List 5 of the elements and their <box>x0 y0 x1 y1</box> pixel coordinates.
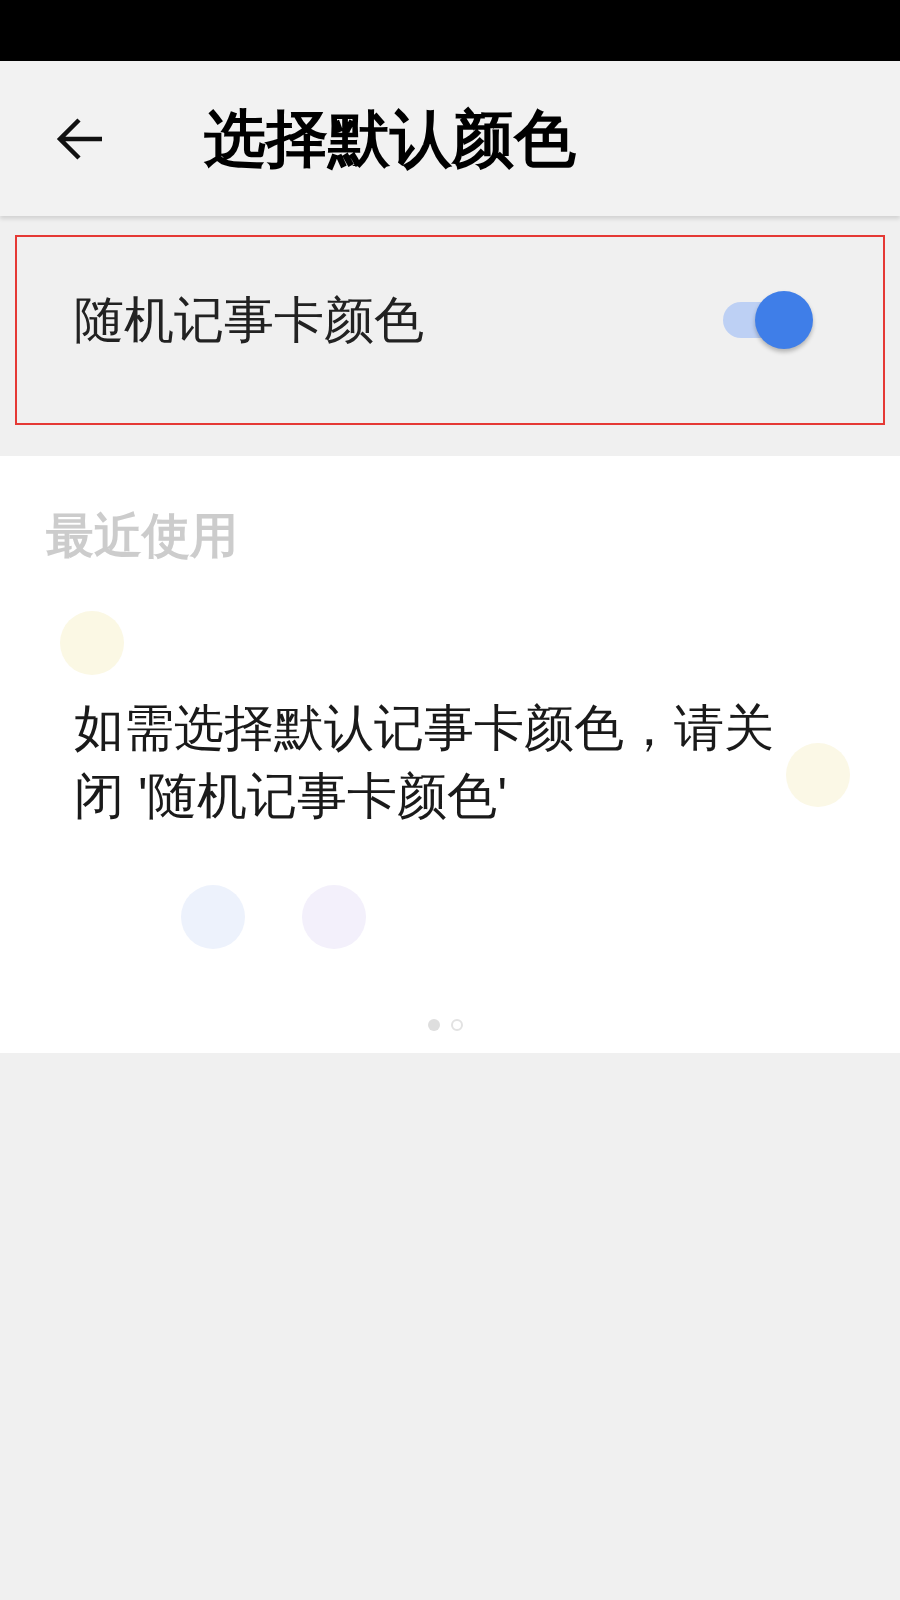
page-title: 选择默认颜色 <box>204 107 576 170</box>
setting-label: 随机记事卡颜色 <box>74 295 424 345</box>
toggle-switch[interactable] <box>723 291 813 349</box>
back-arrow-icon[interactable] <box>56 117 102 160</box>
overlay-message: 如需选择默认记事卡颜色，请关闭 '随机记事卡颜色' <box>74 699 775 826</box>
